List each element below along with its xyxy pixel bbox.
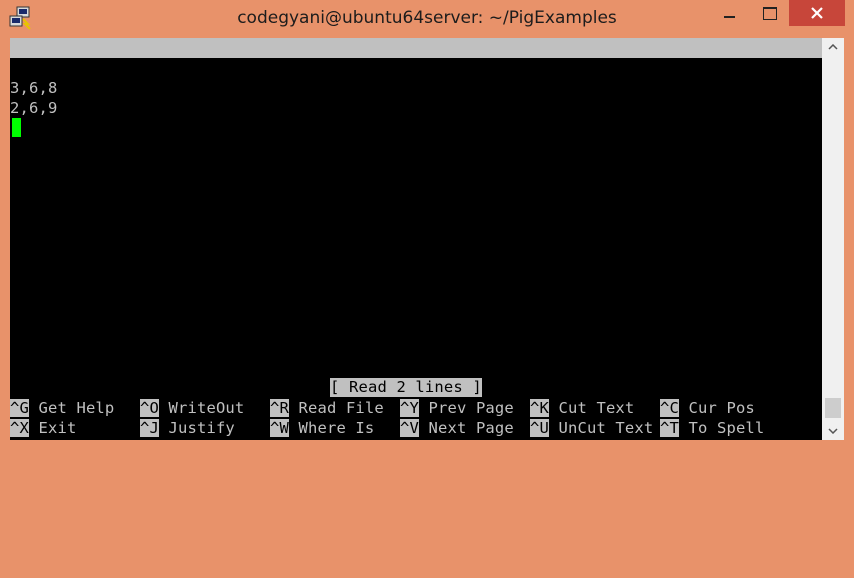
shortcut-justify[interactable]: ^J Justify bbox=[140, 418, 235, 438]
shortcut-prev-page[interactable]: ^Y Prev Page bbox=[400, 398, 514, 418]
scroll-down-button[interactable] bbox=[822, 422, 844, 440]
status-message: [ Read 2 lines ] bbox=[330, 378, 482, 397]
text-line[interactable]: 3,6,8 bbox=[10, 78, 822, 98]
chevron-up-icon bbox=[828, 44, 838, 50]
nano-version: GNU nano 2.2.6 bbox=[30, 59, 163, 77]
text-line[interactable]: 2,6,9 bbox=[10, 98, 822, 118]
text-cursor bbox=[12, 118, 21, 137]
close-button[interactable] bbox=[789, 0, 845, 26]
shortcut-where-is[interactable]: ^W Where Is bbox=[270, 418, 374, 438]
nano-header: GNU nano 2.2.6 File: pcross2.txt bbox=[10, 38, 822, 97]
scroll-thumb[interactable] bbox=[825, 398, 841, 418]
shortcut-row-2: ^X Exit ^J Justify ^W Where Is ^V Next P… bbox=[10, 418, 822, 438]
title-bar[interactable]: codegyani@ubuntu64server: ~/PigExamples bbox=[0, 0, 854, 36]
shortcut-cut-text[interactable]: ^K Cut Text bbox=[530, 398, 634, 418]
close-icon bbox=[811, 7, 823, 19]
shortcut-read-file[interactable]: ^R Read File bbox=[270, 398, 384, 418]
shortcut-next-page[interactable]: ^V Next Page bbox=[400, 418, 514, 438]
shortcut-uncut-text[interactable]: ^U UnCut Text bbox=[530, 418, 653, 438]
shortcut-exit[interactable]: ^X Exit bbox=[10, 418, 76, 438]
minimize-button[interactable] bbox=[707, 0, 751, 26]
scroll-up-button[interactable] bbox=[822, 38, 844, 56]
vertical-scrollbar[interactable] bbox=[822, 38, 844, 440]
shortcut-get-help[interactable]: ^G Get Help bbox=[10, 398, 114, 418]
shortcut-writeout[interactable]: ^O WriteOut bbox=[140, 398, 244, 418]
maximize-button[interactable] bbox=[751, 0, 789, 26]
minimize-icon bbox=[723, 16, 735, 18]
shortcut-row-1: ^G Get Help ^O WriteOut ^R Read File ^Y … bbox=[10, 398, 822, 418]
maximize-icon bbox=[763, 6, 777, 20]
terminal-screen[interactable]: GNU nano 2.2.6 File: pcross2.txt 3,6,8 2… bbox=[10, 38, 822, 440]
chevron-down-icon bbox=[828, 428, 838, 434]
shortcut-to-spell[interactable]: ^T To Spell bbox=[660, 418, 764, 438]
shortcut-cur-pos[interactable]: ^C Cur Pos bbox=[660, 398, 755, 418]
